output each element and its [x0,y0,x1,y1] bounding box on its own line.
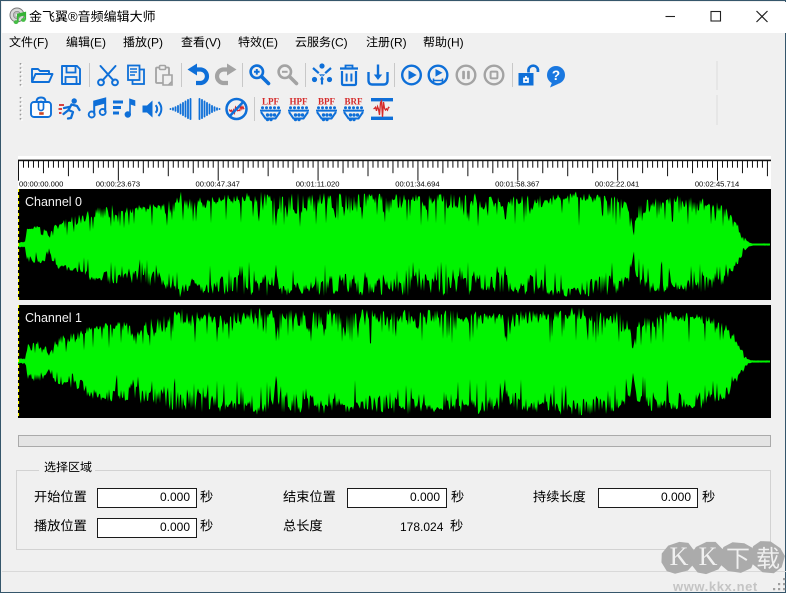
svg-text:K: K [699,542,718,571]
svg-text:www.kkx.net: www.kkx.net [672,579,758,594]
svg-text:K: K [670,542,689,571]
